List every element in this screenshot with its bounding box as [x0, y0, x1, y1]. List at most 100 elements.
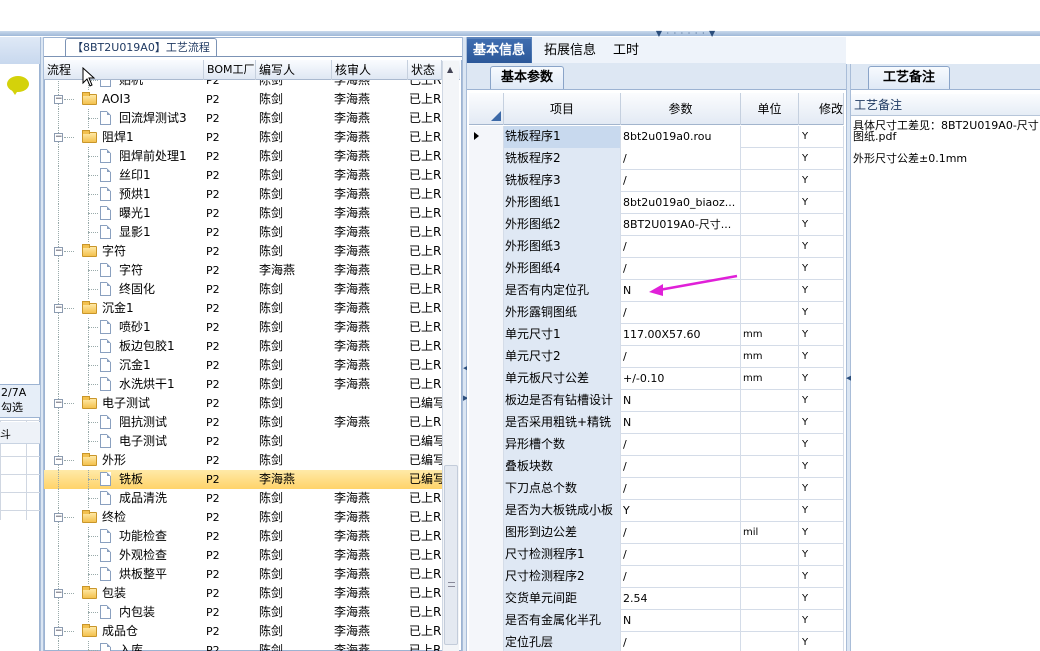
- tree-step-row[interactable]: 丝印1 P2 陈剑 李海燕 已上R: [44, 166, 442, 185]
- param-cell-unit[interactable]: [741, 456, 799, 478]
- param-cell-mod[interactable]: Y: [799, 258, 844, 280]
- tab-basic-info[interactable]: 基本信息: [467, 39, 532, 63]
- collapse-toggle-icon[interactable]: −: [54, 589, 63, 598]
- param-row[interactable]: 是否为大板铣成小板 Y Y: [469, 500, 844, 522]
- row-selector[interactable]: [469, 566, 504, 588]
- param-cell-unit[interactable]: [741, 544, 799, 566]
- param-cell-unit[interactable]: [741, 588, 799, 610]
- tree-step-row[interactable]: 曝光1 P2 陈剑 李海燕 已上R: [44, 204, 442, 223]
- col-status[interactable]: 状态: [408, 60, 442, 80]
- param-cell-param[interactable]: 2.54: [621, 588, 741, 610]
- row-selector[interactable]: [469, 434, 504, 456]
- col-bom[interactable]: BOM工厂: [204, 60, 256, 80]
- param-row[interactable]: 图形到边公差 / mil Y: [469, 522, 844, 544]
- param-cell-param[interactable]: 8BT2U019A0-尺寸...: [621, 214, 741, 236]
- param-row[interactable]: 板边是否有钻槽设计 N Y: [469, 390, 844, 412]
- param-cell-mod[interactable]: Y: [799, 236, 844, 258]
- param-cell-mod[interactable]: Y: [799, 302, 844, 324]
- param-cell-param[interactable]: /: [621, 522, 741, 544]
- param-cell-mod[interactable]: Y: [799, 522, 844, 544]
- param-row[interactable]: 是否采用粗铣+精铣 N Y: [469, 412, 844, 434]
- param-cell-param[interactable]: /: [621, 456, 741, 478]
- col-flow[interactable]: 流程: [44, 60, 204, 80]
- param-row[interactable]: 单元板尺寸公差 +/-0.10 mm Y: [469, 368, 844, 390]
- param-cell-param[interactable]: +/-0.10: [621, 368, 741, 390]
- param-cell-param[interactable]: N: [621, 412, 741, 434]
- param-row[interactable]: 叠板块数 / Y: [469, 456, 844, 478]
- collapse-toggle-icon[interactable]: −: [54, 95, 63, 104]
- tree-step-row[interactable]: 烘板整平 P2 陈剑 李海燕 已上R: [44, 565, 442, 584]
- param-cell-mod[interactable]: Y: [799, 390, 844, 412]
- row-selector[interactable]: [469, 302, 504, 324]
- tree-vertical-scrollbar[interactable]: ▲: [442, 61, 459, 651]
- tree-group-row[interactable]: − 包装 P2 陈剑 李海燕 已上R: [44, 584, 442, 603]
- param-cell-mod[interactable]: Y: [799, 170, 844, 192]
- param-row[interactable]: 铣板程序2/ Y: [469, 148, 844, 170]
- col-unit[interactable]: 单位: [741, 93, 799, 125]
- param-cell-mod[interactable]: Y: [799, 324, 844, 346]
- top-splitter[interactable]: [0, 31, 1040, 36]
- row-selector[interactable]: [469, 258, 504, 280]
- tree-step-row[interactable]: 板边包胶1 P2 陈剑 李海燕 已上R: [44, 337, 442, 356]
- param-cell-param[interactable]: /: [621, 566, 741, 588]
- param-row[interactable]: 尺寸检测程序1/ Y: [469, 544, 844, 566]
- param-cell-unit[interactable]: mil: [741, 522, 799, 544]
- param-cell-mod[interactable]: Y: [799, 412, 844, 434]
- tree-step-row[interactable]: 显影1 P2 陈剑 李海燕 已上R: [44, 223, 442, 242]
- param-cell-mod[interactable]: Y: [799, 148, 844, 170]
- row-selector[interactable]: [469, 478, 504, 500]
- collapse-toggle-icon[interactable]: −: [54, 627, 63, 636]
- row-selector[interactable]: [469, 522, 504, 544]
- col-param[interactable]: 参数: [621, 93, 741, 125]
- tree-step-row[interactable]: 入库 P2 陈剑 李海燕 已上R: [44, 641, 442, 651]
- tree-step-row[interactable]: 成品清洗 P2 陈剑 李海燕 已上R: [44, 489, 442, 508]
- tree-group-row[interactable]: − AOI3 P2 陈剑 李海燕 已上R: [44, 90, 442, 109]
- col-writer[interactable]: 编写人: [256, 60, 332, 80]
- collapse-toggle-icon[interactable]: −: [54, 456, 63, 465]
- tree-step-row[interactable]: 阻焊前处理1 P2 陈剑 李海燕 已上R: [44, 147, 442, 166]
- tree-group-row[interactable]: − 外形 P2 陈剑 已编写: [44, 451, 442, 470]
- scroll-up-icon[interactable]: ▲: [447, 65, 453, 74]
- tree-group-row[interactable]: − 终检 P2 陈剑 李海燕 已上R: [44, 508, 442, 527]
- row-selector[interactable]: [469, 610, 504, 632]
- param-cell-mod[interactable]: Y: [799, 368, 844, 390]
- param-row[interactable]: 铣板程序3/ Y: [469, 170, 844, 192]
- tree-step-row[interactable]: 终固化 P2 陈剑 李海燕 已上R: [44, 280, 442, 299]
- param-cell-param[interactable]: 8bt2u019a0_biaoz...: [621, 192, 741, 214]
- param-cell-mod[interactable]: Y: [799, 346, 844, 368]
- param-cell-param[interactable]: /: [621, 434, 741, 456]
- remarks-text[interactable]: 具体尺寸工差见：8BT2U019A0-尺寸图纸.pdf 外形尺寸公差±0.1mm: [853, 120, 1039, 164]
- tree-step-row[interactable]: 电子测试 P2 陈剑 已编写: [44, 432, 442, 451]
- param-cell-unit[interactable]: [741, 302, 799, 324]
- param-cell-param[interactable]: /: [621, 544, 741, 566]
- param-row[interactable]: 单元尺寸1 117.00X57.60 mm Y: [469, 324, 844, 346]
- tab-work-hours-label[interactable]: 工时: [607, 39, 645, 63]
- param-cell-mod[interactable]: Y: [799, 610, 844, 632]
- param-cell-param[interactable]: N: [621, 390, 741, 412]
- param-cell-param[interactable]: N: [621, 610, 741, 632]
- param-cell-unit[interactable]: [741, 258, 799, 280]
- row-selector[interactable]: [469, 390, 504, 412]
- chat-bubble-icon[interactable]: [3, 70, 35, 102]
- row-selector[interactable]: [469, 280, 504, 302]
- col-reviewer[interactable]: 核审人: [332, 60, 408, 80]
- tree-step-row[interactable]: 内包装 P2 陈剑 李海燕 已上R: [44, 603, 442, 622]
- param-cell-unit[interactable]: [741, 500, 799, 522]
- param-cell-param[interactable]: /: [621, 148, 741, 170]
- param-cell-mod[interactable]: Y: [799, 434, 844, 456]
- collapse-toggle-icon[interactable]: −: [54, 133, 63, 142]
- row-selector[interactable]: [469, 346, 504, 368]
- param-row[interactable]: 异形槽个数 / Y: [469, 434, 844, 456]
- row-selector[interactable]: [469, 368, 504, 390]
- param-cell-param[interactable]: 8bt2u019a0.rou: [621, 126, 741, 148]
- tree-group-row[interactable]: − 字符 P2 陈剑 李海燕 已上R: [44, 242, 442, 261]
- row-selector[interactable]: [469, 236, 504, 258]
- param-cell-mod[interactable]: Y: [799, 500, 844, 522]
- left-tab[interactable]: 2/7A 勾选: [0, 384, 40, 418]
- tree-step-row[interactable]: 贴机一 P2 陈剑 李海燕 已上R: [44, 80, 442, 90]
- param-cell-mod[interactable]: Y: [799, 214, 844, 236]
- param-cell-unit[interactable]: [741, 236, 799, 258]
- param-cell-unit[interactable]: [741, 192, 799, 214]
- param-row[interactable]: 交货单元间距 2.54 Y: [469, 588, 844, 610]
- param-row[interactable]: 尺寸检测程序2/ Y: [469, 566, 844, 588]
